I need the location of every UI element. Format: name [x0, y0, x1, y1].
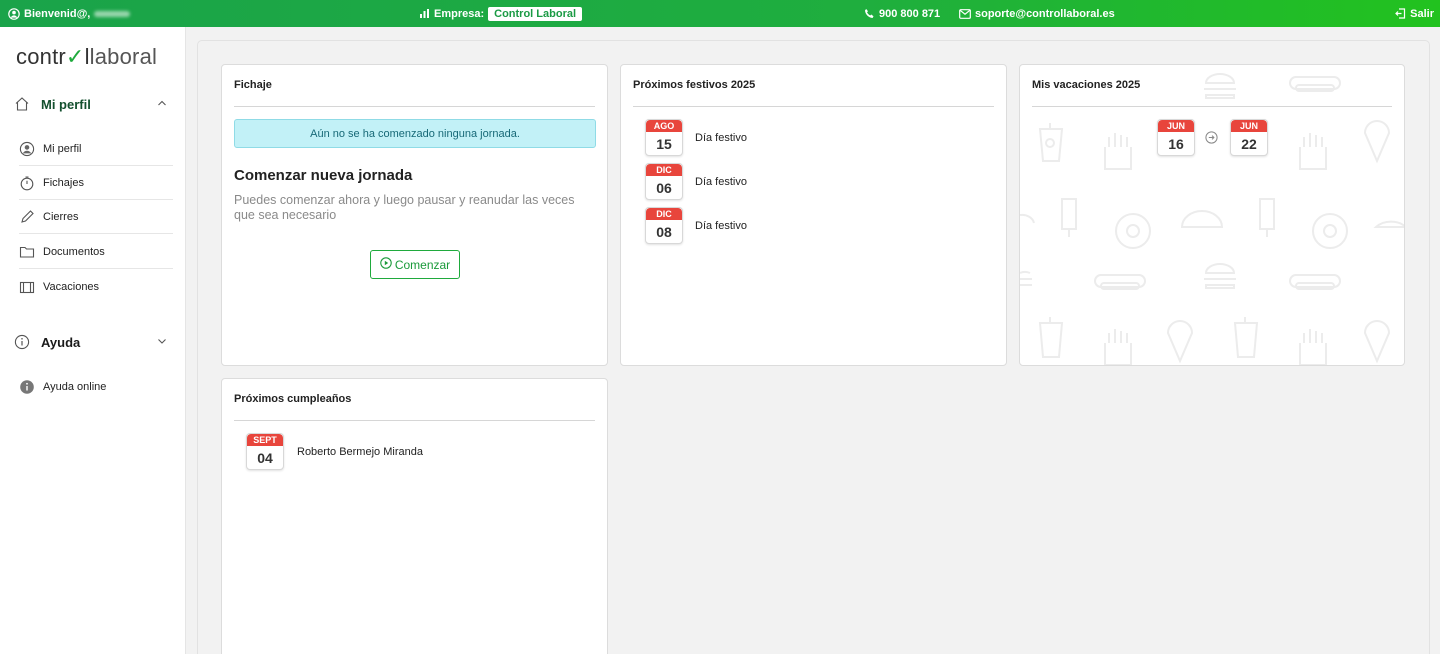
holiday-label: Día festivo [695, 220, 747, 232]
logout-text: Salir [1410, 7, 1434, 20]
logo-text-part1: contr [16, 44, 66, 69]
sidebar-item-mi-perfil[interactable]: Mi perfil [19, 132, 173, 166]
card-title: Próximos cumpleaños [234, 393, 352, 405]
arrow-right-circle-icon [1205, 131, 1218, 144]
company-label: Empresa: [434, 7, 485, 20]
vacation-start-badge: JUN 16 [1157, 119, 1195, 156]
calendar-badge: DIC 06 [645, 163, 683, 200]
calendar-month: DIC [646, 164, 682, 176]
phone-icon [864, 8, 875, 19]
divider [234, 420, 595, 421]
calendar-badge: DIC 08 [645, 207, 683, 244]
pencil-icon [19, 209, 35, 225]
user-circle-icon [8, 7, 20, 20]
luggage-icon [19, 279, 35, 295]
card-title: Fichaje [234, 79, 272, 91]
sidebar-item-label: Vacaciones [43, 281, 100, 293]
holidays-card: Próximos festivos 2025 AGO 15 Día festiv… [620, 64, 1007, 366]
calendar-month: DIC [646, 208, 682, 220]
card-title: Mis vacaciones 2025 [1032, 79, 1141, 91]
sidebar-item-label: Documentos [43, 245, 105, 258]
sidebar-item-cierres[interactable]: Cierres [19, 200, 173, 234]
sidebar-item-label: Mi perfil [43, 142, 82, 155]
calendar-day: 08 [656, 224, 672, 240]
user-name-blurred [94, 10, 131, 17]
folder-icon [19, 244, 35, 260]
calendar-month: JUN [1231, 120, 1267, 132]
info-icon [14, 334, 30, 350]
sidebar: contr✓llaboral Mi perfil Mi perfil Ficha… [0, 27, 186, 654]
birthdays-card: Próximos cumpleaños SEPT 04 Roberto Berm… [221, 378, 608, 654]
top-bar: Bienvenid@, Empresa: Control Laboral 900… [0, 0, 1440, 27]
envelope-icon [959, 8, 971, 19]
email-link[interactable]: soporte@controllaboral.es [959, 0, 1115, 27]
calendar-day: 04 [257, 450, 273, 466]
logo-text-part3: laboral [89, 44, 158, 69]
vacations-card: Mis vacaciones 2025 JUN 16 JUN 22 [1019, 64, 1405, 366]
sidebar-item-vacaciones[interactable]: Vacaciones [19, 270, 173, 304]
food-pattern-background [1020, 73, 1404, 365]
card-title: Próximos festivos 2025 [633, 79, 756, 91]
sidebar-item-fichajes[interactable]: Fichajes [19, 166, 173, 200]
sidebar-item-label: Ayuda online [43, 381, 107, 393]
email-text: soporte@controllaboral.es [975, 7, 1115, 20]
calendar-badge: AGO 15 [645, 119, 683, 156]
start-title: Comenzar nueva jornada [234, 167, 413, 184]
logout-icon [1395, 8, 1406, 19]
sidebar-item-label: Fichajes [43, 176, 84, 189]
logout-button[interactable]: Salir [1395, 0, 1434, 27]
welcome-text: Bienvenid@, [24, 7, 91, 20]
section-ayuda[interactable]: Ayuda [14, 331, 170, 353]
company-name-badge[interactable]: Control Laboral [488, 6, 583, 21]
calendar-month: JUN [1158, 120, 1194, 132]
play-circle-icon [380, 257, 392, 272]
building-icon [419, 8, 430, 19]
section-ayuda-label: Ayuda [41, 334, 81, 350]
calendar-day: 16 [1168, 136, 1184, 152]
holiday-label: Día festivo [695, 176, 747, 188]
vacation-end-badge: JUN 22 [1230, 119, 1268, 156]
company-area: Empresa: Control Laboral [419, 0, 583, 27]
section-mi-perfil-label: Mi perfil [41, 96, 91, 112]
calendar-month: AGO [646, 120, 682, 132]
holiday-label: Día festivo [695, 132, 747, 144]
start-button-label: Comenzar [394, 257, 451, 272]
divider [234, 106, 595, 107]
chevron-up-icon[interactable] [156, 97, 168, 109]
stopwatch-icon [19, 175, 35, 191]
info-filled-icon [19, 379, 35, 395]
divider [633, 106, 994, 107]
birthday-person-name: Roberto Bermejo Miranda [297, 446, 423, 458]
section-mi-perfil[interactable]: Mi perfil [14, 93, 170, 115]
sidebar-item-label: Cierres [43, 210, 79, 223]
calendar-day: 15 [656, 136, 672, 152]
user-circle-icon [19, 141, 35, 157]
sidebar-item-documentos[interactable]: Documentos [19, 235, 173, 269]
start-description: Puedes comenzar ahora y luego pausar y r… [234, 193, 575, 222]
calendar-badge: SEPT 04 [246, 433, 284, 470]
divider [1032, 106, 1392, 107]
logo-check-mark: ✓ [65, 44, 85, 69]
calendar-day: 06 [656, 180, 672, 196]
info-alert: Aún no se ha comenzado ninguna jornada. [234, 119, 596, 148]
calendar-day: 22 [1241, 136, 1257, 152]
calendar-month: SEPT [247, 434, 283, 446]
chevron-down-icon[interactable] [156, 335, 168, 347]
home-icon [14, 96, 30, 112]
app-logo[interactable]: contr✓llaboral [16, 44, 157, 70]
welcome-area: Bienvenid@, [8, 0, 131, 27]
fichaje-card: Fichaje Aún no se ha comenzado ninguna j… [221, 64, 608, 366]
phone-link[interactable]: 900 800 871 [864, 0, 940, 27]
sidebar-item-ayuda-online[interactable]: Ayuda online [19, 370, 173, 404]
phone-text: 900 800 871 [879, 7, 941, 20]
start-button[interactable]: Comenzar [370, 250, 460, 279]
